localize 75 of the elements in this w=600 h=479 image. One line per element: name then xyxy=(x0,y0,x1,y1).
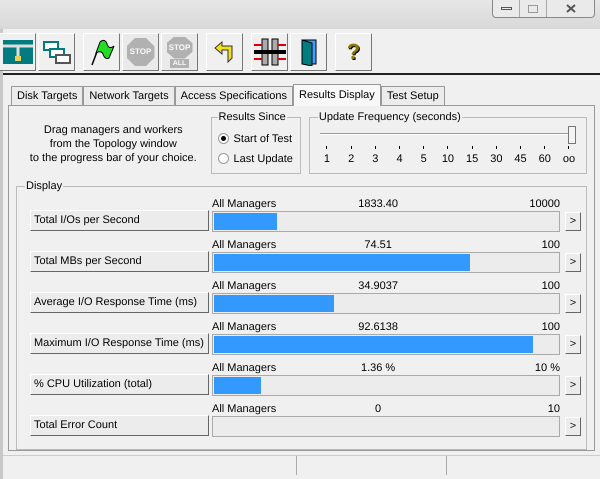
arrow-button[interactable]: > xyxy=(565,212,581,231)
close-icon xyxy=(566,4,576,13)
max-text: 10 xyxy=(546,403,560,416)
value-text: 1.36 % xyxy=(360,362,396,375)
group-title: Display xyxy=(25,179,64,193)
arrow-button[interactable]: > xyxy=(565,253,581,272)
max-text: 10 % xyxy=(534,362,560,375)
tick-label: 2 xyxy=(348,152,354,166)
max-text: 100 xyxy=(540,321,560,334)
instruction-text: from the Topology window xyxy=(50,137,177,151)
arrow-button[interactable]: > xyxy=(565,417,581,436)
maximize-icon xyxy=(528,4,538,12)
radio-option[interactable]: Start of Test xyxy=(218,132,300,146)
tab[interactable]: Results Display xyxy=(293,84,381,106)
value-text: 0 xyxy=(375,403,382,416)
metric-button[interactable]: Total I/Os per Second xyxy=(30,210,209,231)
value-text: 74.51 xyxy=(364,239,392,252)
tick-label: 3 xyxy=(372,152,378,166)
source-text: All Managers xyxy=(212,280,276,293)
tab[interactable]: Test Setup xyxy=(380,86,445,105)
tab[interactable]: Disk Targets xyxy=(11,86,84,105)
tick-label: 30 xyxy=(490,152,502,166)
metric-button[interactable]: % CPU Utilization (total) xyxy=(30,374,209,395)
radio-label: Start of Test xyxy=(234,132,292,146)
tick-label: 10 xyxy=(442,152,454,166)
toolbar-button[interactable] xyxy=(206,33,243,71)
tick-label: 5 xyxy=(420,152,427,166)
toolbar-button[interactable] xyxy=(290,33,327,71)
tick-label: 15 xyxy=(466,152,478,166)
tick-label: 1 xyxy=(324,152,330,166)
arrow-button[interactable]: > xyxy=(565,335,581,354)
tab[interactable]: Access Specifications xyxy=(174,86,293,105)
tick-label: 4 xyxy=(396,152,403,166)
source-text: All Managers xyxy=(212,403,276,416)
source-text: All Managers xyxy=(212,198,276,211)
instruction-text: Drag managers and workers xyxy=(44,123,183,137)
toolbar-button[interactable] xyxy=(83,33,120,71)
source-text: All Managers xyxy=(212,362,276,375)
metric-button[interactable]: Total MBs per Second xyxy=(30,251,209,272)
slider-track[interactable] xyxy=(320,126,576,142)
value-text: 1833.40 xyxy=(358,198,398,211)
tick-label: oo xyxy=(562,152,576,166)
question-mark-icon: ? xyxy=(346,41,360,63)
radio-option[interactable]: Last Update xyxy=(218,152,300,166)
stop-sign-icon: STOP xyxy=(126,38,154,66)
topology-icon xyxy=(2,37,32,67)
split-arrows-icon xyxy=(252,37,286,67)
value-text: 92.6138 xyxy=(358,321,398,334)
max-text: 10000 xyxy=(528,198,560,211)
source-text: All Managers xyxy=(212,239,276,252)
curved-arrow-icon xyxy=(214,40,236,64)
metric-button[interactable]: Average I/O Response Time (ms) xyxy=(30,292,209,313)
arrow-button[interactable]: > xyxy=(565,376,581,395)
flag-icon xyxy=(88,38,114,66)
metric-button[interactable]: Total Error Count xyxy=(30,415,209,436)
tab[interactable]: Network Targets xyxy=(83,86,175,105)
radio-button[interactable] xyxy=(218,153,229,164)
minimize-icon xyxy=(500,7,512,10)
group-title: Update Frequency (seconds) xyxy=(318,110,462,124)
slider-thumb[interactable] xyxy=(568,126,576,144)
value-text: 34.9037 xyxy=(358,280,398,293)
metric-button[interactable]: Maximum I/O Response Time (ms) xyxy=(30,333,209,354)
radio-label: Last Update xyxy=(234,152,293,166)
toolbar-button[interactable]: ? xyxy=(335,33,372,71)
toolbar-button[interactable] xyxy=(38,33,75,71)
arrow-button[interactable]: > xyxy=(565,294,581,313)
radio-button[interactable] xyxy=(218,133,229,144)
toolbar-button[interactable] xyxy=(251,33,288,71)
workers-icon xyxy=(42,39,72,65)
source-text: All Managers xyxy=(212,321,276,334)
max-text: 100 xyxy=(540,239,560,252)
max-text: 100 xyxy=(540,280,560,293)
tick-label: 45 xyxy=(514,152,527,166)
tick-label: 60 xyxy=(538,152,551,166)
instruction-text: to the progress bar of your choice. xyxy=(30,151,197,165)
